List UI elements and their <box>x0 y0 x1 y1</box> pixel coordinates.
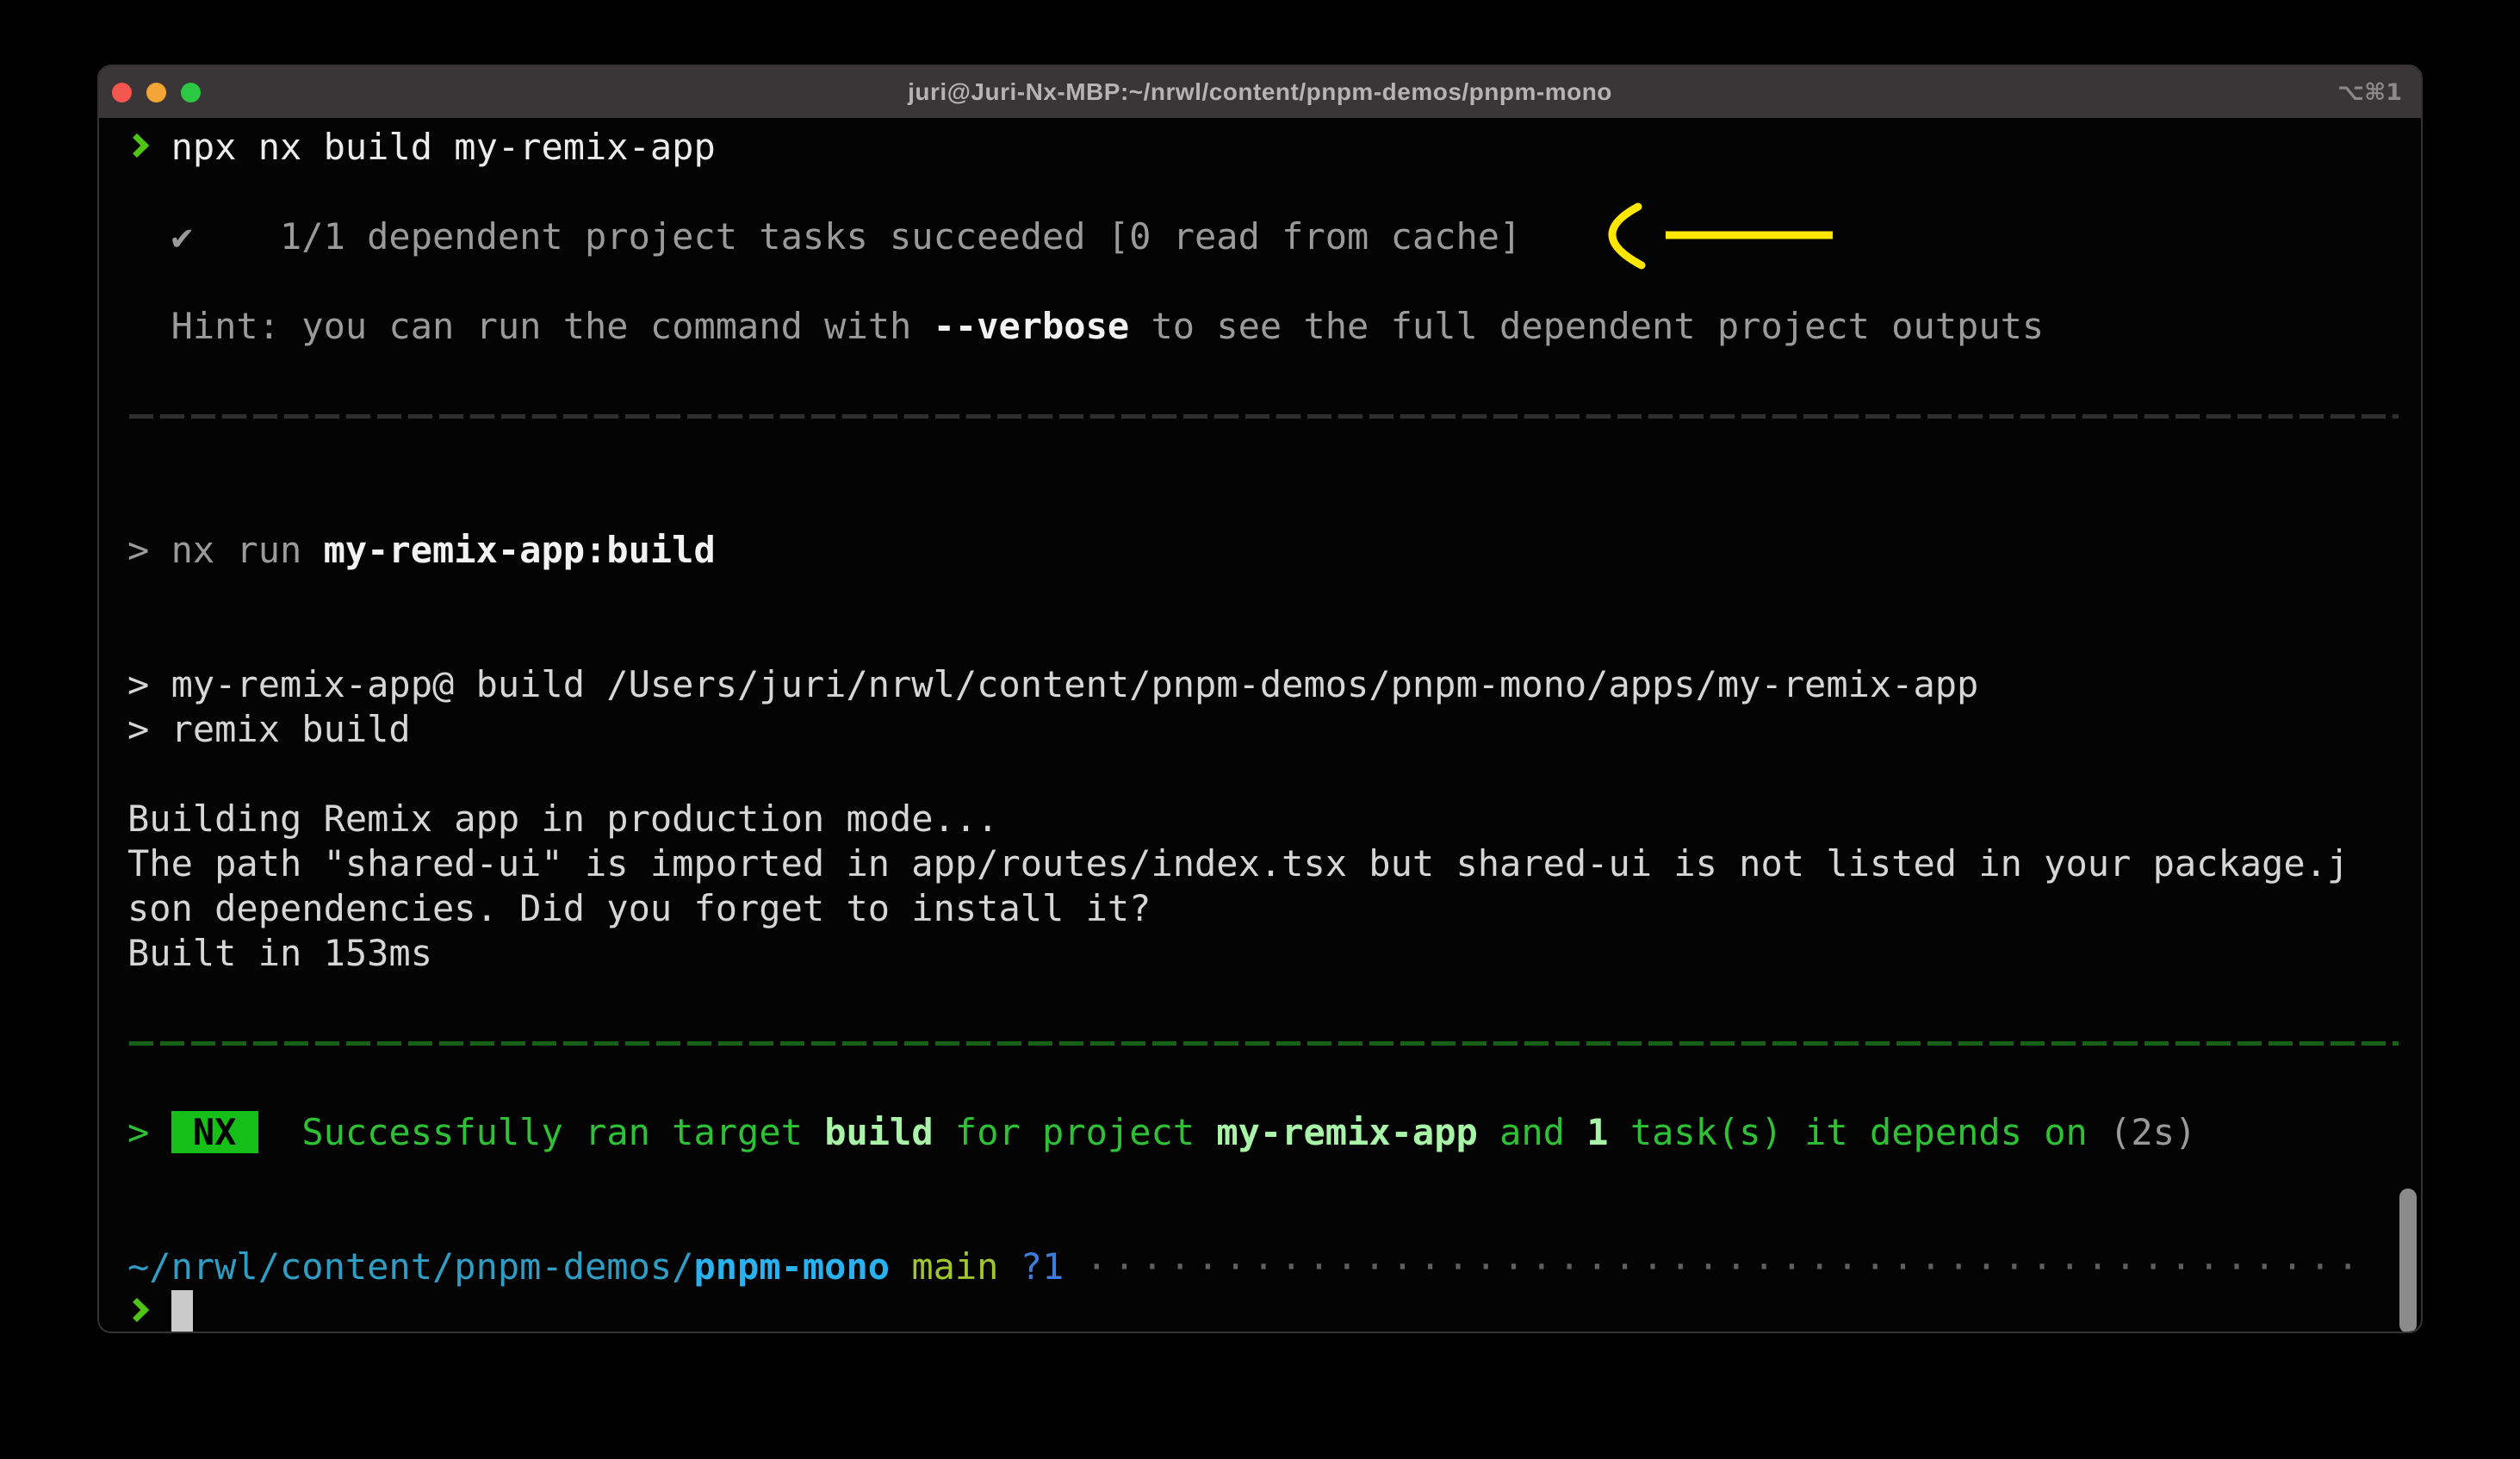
terminal-text-segment: Hint: you can run the command with <box>127 305 934 347</box>
terminal-text-segment <box>258 1111 302 1153</box>
separator-line <box>127 394 2411 438</box>
terminal-text-segment: ?1 <box>998 1245 1064 1288</box>
blank-line <box>127 170 2411 214</box>
terminal-line: Building Remix app in production mode... <box>127 797 2411 841</box>
terminal-text-segment <box>149 1290 171 1332</box>
terminal-text-segment: --verbose <box>934 305 1130 347</box>
prompt-chevron-icon: ❯ <box>127 1290 149 1332</box>
terminal-cursor <box>171 1290 193 1332</box>
scrollbar-thumb[interactable] <box>2399 1189 2417 1333</box>
terminal-text-segment: Built in 153ms <box>127 932 432 974</box>
terminal-text-segment: > remix build <box>127 708 411 750</box>
terminal-text-segment: and <box>1478 1111 1586 1153</box>
terminal-text-segment: task(s) it depends on <box>1609 1111 2110 1153</box>
terminal-text-segment: my-remix-app <box>1216 1111 1477 1153</box>
terminal-text-segment: main <box>890 1245 998 1288</box>
terminal-text-segment: > my-remix-app@ build /Users/juri/nrwl/c… <box>127 663 1978 705</box>
terminal-text-segment: > nx run <box>127 529 324 571</box>
terminal-line: ❯ <box>127 1289 2411 1333</box>
terminal-text-segment: (2s) <box>2109 1111 2196 1153</box>
terminal-text-segment: pnpm-mono <box>693 1245 890 1288</box>
terminal-line: > remix build <box>127 707 2411 752</box>
terminal-text-segment: npx nx build my-remix-app <box>149 126 715 168</box>
terminal-text-segment: my-remix-app:build <box>324 529 716 571</box>
blank-line <box>127 349 2411 394</box>
terminal-text-segment: son dependencies. Did you forget to inst… <box>127 887 1151 929</box>
terminal-line: son dependencies. Did you forget to inst… <box>127 886 2411 931</box>
terminal-text-segment: to see the full dependent project output… <box>1129 305 2044 347</box>
terminal-output: ❯ npx nx build my-remix-app ✔ 1/1 depend… <box>127 125 2411 1333</box>
terminal-line: ❯ npx nx build my-remix-app <box>127 125 2411 170</box>
blank-line <box>127 752 2411 797</box>
nx-badge: NX <box>171 1111 258 1153</box>
tab-shortcut-label: ⌥⌘1 <box>2337 66 2402 118</box>
terminal-text-segment <box>1064 1245 1085 1288</box>
blank-line <box>127 618 2411 662</box>
terminal-text-segment: ✔ 1/1 dependent project tasks succeeded … <box>127 215 1521 258</box>
blank-line <box>127 1155 2411 1200</box>
terminal-content[interactable]: ❯ npx nx build my-remix-app ✔ 1/1 depend… <box>99 118 2421 1333</box>
terminal-line: The path "shared-ui" is imported in app/… <box>127 841 2411 886</box>
terminal-line: Built in 153ms <box>127 931 2411 976</box>
prompt-chevron-icon: ❯ <box>127 126 149 168</box>
blank-line <box>127 483 2411 528</box>
terminal-window: juri@Juri-Nx-MBP:~/nrwl/content/pnpm-dem… <box>97 65 2423 1333</box>
terminal-line: > nx run my-remix-app:build <box>127 528 2411 573</box>
window-title: juri@Juri-Nx-MBP:~/nrwl/content/pnpm-dem… <box>99 78 2421 106</box>
terminal-line: ~/nrwl/content/pnpm-demos/pnpm-mono main… <box>127 1245 2411 1289</box>
blank-line <box>127 573 2411 618</box>
blank-line <box>127 1065 2411 1110</box>
terminal-line: ✔ 1/1 dependent project tasks succeeded … <box>127 214 2411 259</box>
terminal-text-segment: Successfully ran target <box>301 1111 824 1153</box>
terminal-line: > my-remix-app@ build /Users/juri/nrwl/c… <box>127 662 2411 707</box>
terminal-line: Hint: you can run the command with --ver… <box>127 304 2411 349</box>
blank-line <box>127 976 2411 1021</box>
blank-line <box>127 259 2411 304</box>
titlebar[interactable]: juri@Juri-Nx-MBP:~/nrwl/content/pnpm-dem… <box>99 66 2421 118</box>
terminal-text-segment: 1 <box>1586 1111 1608 1153</box>
separator-line <box>127 1021 2411 1065</box>
terminal-text-segment: Building Remix app in production mode... <box>127 798 998 840</box>
blank-line <box>127 438 2411 483</box>
terminal-text-segment: build <box>824 1111 933 1153</box>
blank-line <box>127 1200 2411 1245</box>
terminal-text-segment: ········································… <box>1086 1245 2365 1288</box>
desktop-background: juri@Juri-Nx-MBP:~/nrwl/content/pnpm-dem… <box>0 0 2520 1459</box>
terminal-text-segment: The path "shared-ui" is imported in app/… <box>127 842 2349 885</box>
terminal-text-segment: > <box>127 1111 171 1153</box>
terminal-line: > NX Successfully ran target build for p… <box>127 1110 2411 1155</box>
terminal-text-segment: for project <box>934 1111 1217 1153</box>
terminal-text-segment: ~/nrwl/content/pnpm-demos/ <box>127 1245 693 1288</box>
